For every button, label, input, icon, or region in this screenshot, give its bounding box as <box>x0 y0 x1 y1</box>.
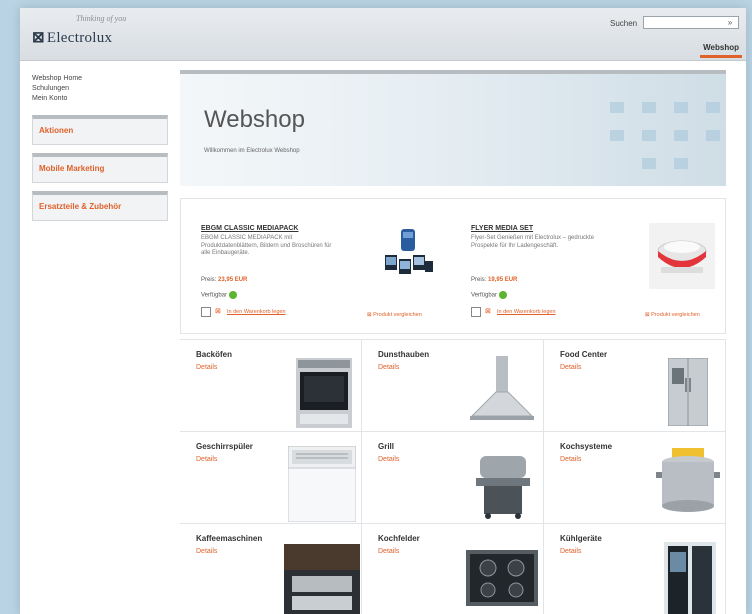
banner-decoration <box>584 84 724 184</box>
tagline: Thinking of you <box>76 14 127 23</box>
flyer-set-image <box>649 223 715 289</box>
category-tile[interactable]: Food Center Details <box>544 340 726 432</box>
sidebar-box-ersatzteile[interactable]: Ersatzteile & Zubehör <box>32 191 168 221</box>
media-pack-image <box>385 229 433 274</box>
category-details-link[interactable]: Details <box>560 456 581 463</box>
cart-icon[interactable]: ⊠ <box>215 307 221 315</box>
available-dot-icon <box>229 291 238 299</box>
product-name[interactable]: EBGM CLASSIC MEDIAPACK <box>201 225 298 232</box>
featured-products: EBGM CLASSIC MEDIAPACK EBGM CLASSIC MEDI… <box>180 198 726 334</box>
category-details-link[interactable]: Details <box>560 548 581 555</box>
hob-image <box>466 550 538 606</box>
sidebar-box-mobile-marketing[interactable]: Mobile Marketing <box>32 153 168 183</box>
category-name: Dunsthauben <box>378 350 430 359</box>
category-grid: Backöfen Details Dunsthauben Details Foo… <box>180 339 726 614</box>
sidebar-link-webshop-home[interactable]: Webshop Home <box>32 74 168 84</box>
fridge-image <box>664 542 716 614</box>
product-price: Preis: 23,95 EUR <box>201 277 248 283</box>
logo-text: Electrolux <box>46 30 113 46</box>
search-submit-icon[interactable]: » <box>724 17 736 28</box>
compare-link[interactable]: ⊠ Produkt vergleichen <box>367 312 422 318</box>
category-details-link[interactable]: Details <box>196 548 217 555</box>
price-value: 23,95 EUR <box>218 277 248 283</box>
search-label: Suchen <box>610 19 638 28</box>
product-price: Preis: 19,95 EUR <box>471 277 518 283</box>
category-details-link[interactable]: Details <box>378 548 399 555</box>
banner-subtitle: Willkommen im Electrolux Webshop <box>204 148 300 154</box>
sidebar-link-schulungen[interactable]: Schulungen <box>32 84 168 94</box>
category-name: Backöfen <box>196 350 233 359</box>
sidebar-box-aktionen[interactable]: Aktionen <box>32 115 168 145</box>
quantity-field[interactable] <box>201 307 211 317</box>
page-title: Webshop <box>204 106 305 133</box>
cart-icon[interactable]: ⊠ <box>485 307 491 315</box>
electrolux-logo-icon: ⊠ <box>32 30 45 46</box>
product-card: FLYER MEDIA SET Flyer-Set Genießen mit E… <box>453 199 725 335</box>
oven-image <box>296 358 352 428</box>
product-description: EBGM CLASSIC MEDIAPACK mit Produktdatenb… <box>201 235 332 257</box>
category-details-link[interactable]: Details <box>196 364 217 371</box>
category-tile[interactable]: Grill Details <box>362 432 544 524</box>
category-name: Kochfelder <box>378 534 420 543</box>
webshop-banner: Webshop Willkommen im Electrolux Webshop <box>180 70 726 186</box>
electrolux-webshop-page: Thinking of you ⊠ Electrolux Suchen » Web… <box>20 8 746 614</box>
category-name: Kaffeemaschinen <box>196 534 263 543</box>
available-dot-icon <box>499 291 508 299</box>
category-name: Grill <box>378 442 395 451</box>
category-details-link[interactable]: Details <box>378 364 399 371</box>
dishwasher-image <box>288 446 356 522</box>
category-tile[interactable]: Kochfelder Details <box>362 524 544 614</box>
quantity-field[interactable] <box>471 307 481 317</box>
price-value: 19,95 EUR <box>488 277 518 283</box>
sidebar: Webshop Home Schulungen Mein Konto Aktio… <box>32 74 168 221</box>
add-to-cart-link[interactable]: In den Warenkorb legen <box>227 309 286 315</box>
product-name[interactable]: FLYER MEDIA SET <box>471 225 533 232</box>
site-header: Thinking of you ⊠ Electrolux Suchen » Web… <box>20 8 746 61</box>
category-details-link[interactable]: Details <box>196 456 217 463</box>
category-name: Kühlgeräte <box>560 534 602 543</box>
category-name: Kochsysteme <box>560 442 613 451</box>
tab-webshop[interactable]: Webshop <box>700 43 742 58</box>
compare-link[interactable]: ⊠ Produkt vergleichen <box>645 312 700 318</box>
product-card: EBGM CLASSIC MEDIAPACK EBGM CLASSIC MEDI… <box>181 199 453 335</box>
product-description: Flyer-Set Genießen mit Electrolux – gedr… <box>471 235 595 249</box>
add-to-cart-link[interactable]: In den Warenkorb legen <box>497 309 556 315</box>
category-tile[interactable]: Kochsysteme Details <box>544 432 726 524</box>
availability: Verfügbar <box>471 291 508 299</box>
electrolux-logo[interactable]: ⊠ Electrolux <box>32 28 112 47</box>
category-tile[interactable]: Kühlgeräte Details <box>544 524 726 614</box>
category-tile[interactable]: Kaffeemaschinen Details <box>180 524 362 614</box>
sidebar-link-mein-konto[interactable]: Mein Konto <box>32 94 168 104</box>
category-name: Food Center <box>560 350 608 359</box>
category-tile[interactable]: Dunsthauben Details <box>362 340 544 432</box>
cooking-pot-image <box>656 448 720 512</box>
category-tile[interactable]: Geschirrspüler Details <box>180 432 362 524</box>
fridge-freezer-image <box>668 358 708 426</box>
category-details-link[interactable]: Details <box>378 456 399 463</box>
cooker-hood-image <box>470 356 534 420</box>
category-details-link[interactable]: Details <box>560 364 581 371</box>
category-tile[interactable]: Backöfen Details <box>180 340 362 432</box>
availability: Verfügbar <box>201 291 238 299</box>
category-name: Geschirrspüler <box>196 442 253 451</box>
grill-image <box>476 456 530 519</box>
coffee-machine-image <box>284 544 360 614</box>
